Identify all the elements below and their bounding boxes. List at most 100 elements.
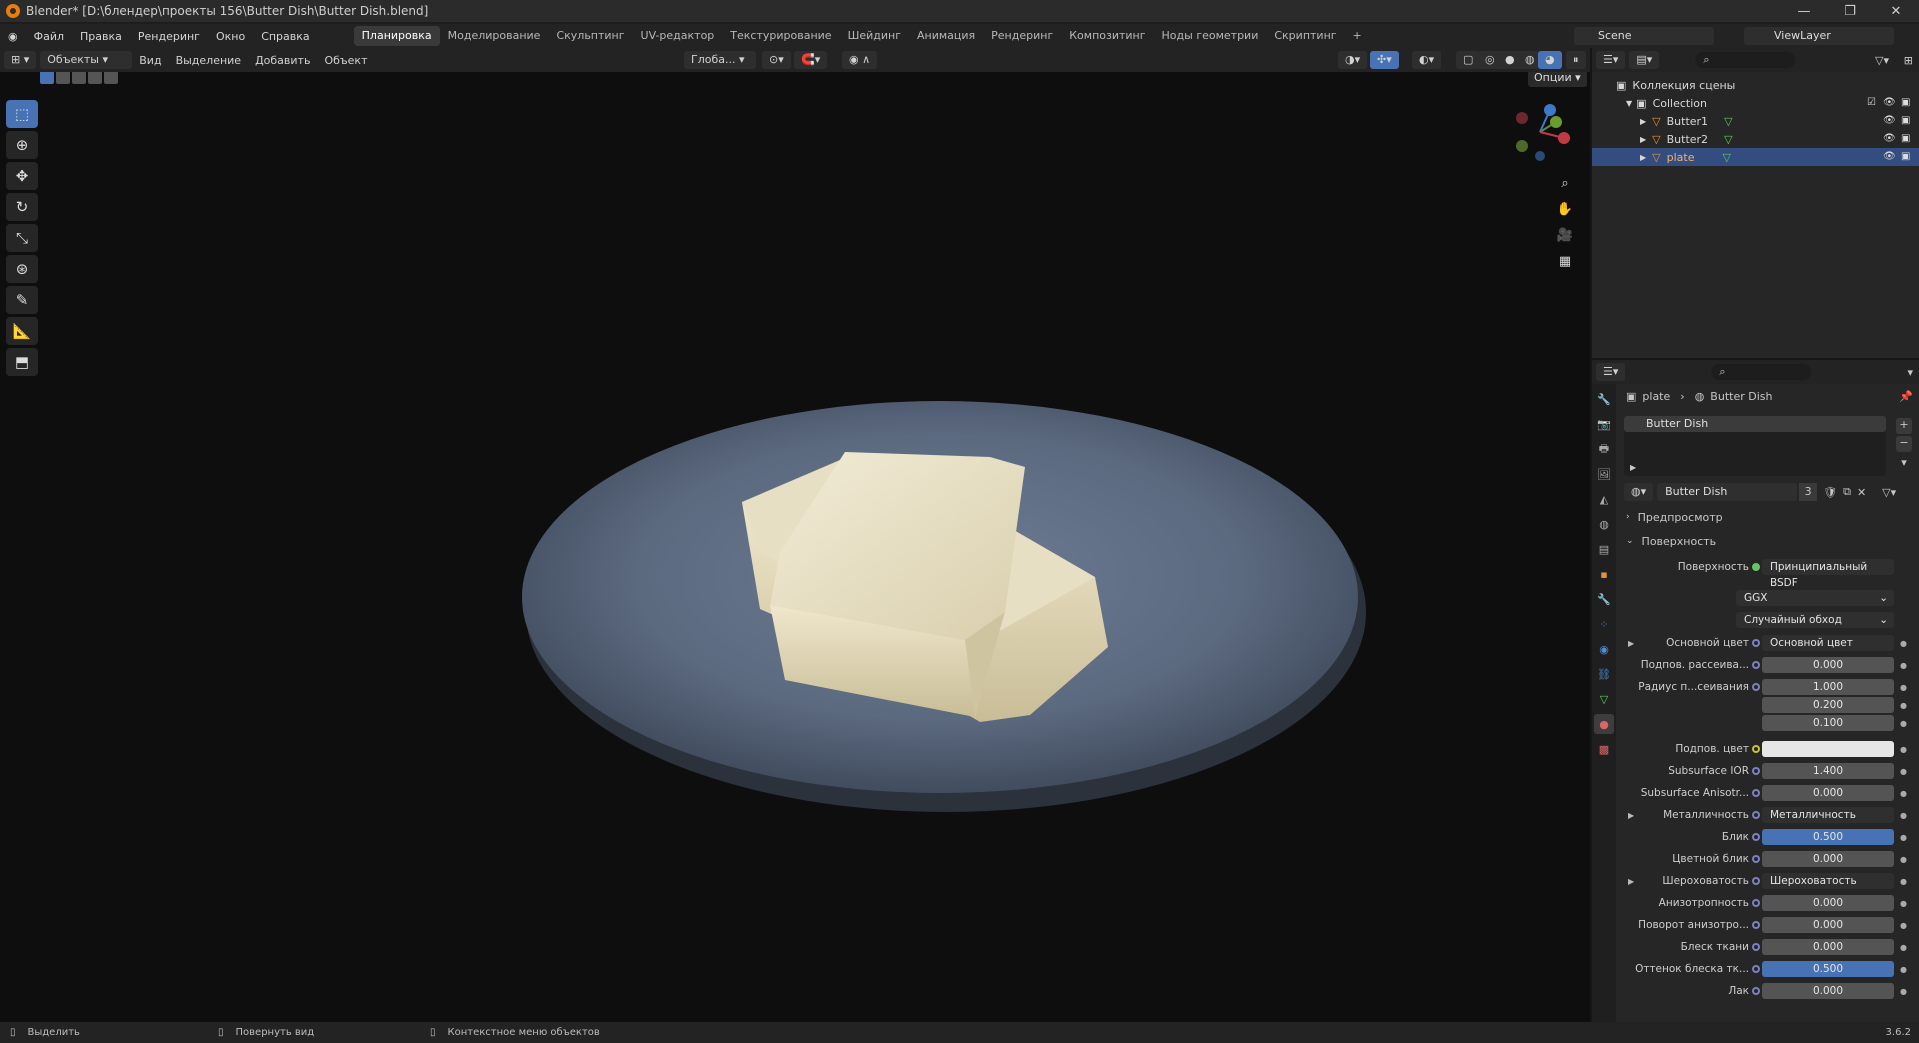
scale-tool-icon[interactable]: ⤡ [6, 224, 38, 252]
proportional-edit-button[interactable]: ◉ ∧ [842, 51, 878, 69]
close-button[interactable]: ✕ [1873, 0, 1919, 22]
transform-orientation[interactable]: Глоба... ▾ [684, 51, 756, 69]
keyframe-dot-icon[interactable]: ● [1900, 811, 1907, 820]
camera-view-icon[interactable]: 🎥 [1554, 224, 1576, 246]
properties-options-icon[interactable]: ▾ [1907, 366, 1913, 379]
blender-menu-icon[interactable]: ◉ [0, 30, 26, 43]
navigation-gizmo[interactable] [1510, 102, 1570, 162]
overlay-toggle-button[interactable]: ◐▾ [1412, 51, 1442, 69]
input-socket-icon[interactable] [1752, 943, 1760, 951]
collection-row[interactable]: ▼ ▣ Collection ☑ 👁 ▣ [1592, 94, 1919, 112]
bsdf-input-field[interactable]: 0.000 [1762, 939, 1894, 955]
menu-render[interactable]: Рендеринг [130, 30, 208, 43]
preview-panel-header[interactable]: › Предпросмотр [1618, 508, 1919, 526]
properties-editor-type-icon[interactable]: ☰▾ [1596, 363, 1626, 381]
menu-select[interactable]: Выделение [169, 54, 249, 67]
restore-button[interactable]: ❐ [1827, 0, 1873, 22]
bsdf-input-field[interactable]: 0.500 [1762, 829, 1894, 845]
camera-icon[interactable]: ▣ [1901, 133, 1913, 145]
tab-texture-paint[interactable]: Текстурирование [722, 26, 839, 46]
expand-arrow-icon[interactable]: ▶ [1640, 135, 1646, 144]
bsdf-input-field[interactable]: Основной цвет [1762, 635, 1894, 651]
3d-viewport[interactable]: Опции ▾ ⬚ ⊕ ✥ ↻ ⤡ ⊛ ✎ 📐 ⬒ ⌕ ✋ 🎥 ▦ [0, 72, 1590, 1022]
input-socket-icon[interactable] [1752, 789, 1760, 797]
gizmo-z-icon[interactable] [1544, 104, 1556, 116]
expand-arrow-icon[interactable]: ▶ [1628, 811, 1634, 820]
move-tool-icon[interactable]: ✥ [6, 162, 38, 190]
surface-panel-header[interactable]: ⌄ Поверхность [1618, 532, 1919, 550]
pin-icon[interactable]: 📌 [1899, 390, 1913, 403]
tab-uv-editing[interactable]: UV-редактор [633, 26, 723, 46]
object-tab-icon[interactable]: ▪ [1594, 564, 1614, 584]
menu-view[interactable]: Вид [132, 54, 168, 67]
mode-selector[interactable]: Объекты ▾ [40, 51, 133, 69]
material-name-field[interactable]: Butter Dish [1657, 483, 1798, 501]
keyframe-dot-icon[interactable]: ● [1900, 745, 1907, 754]
select-box-tool-icon[interactable]: ⬚ [6, 100, 38, 128]
minimize-button[interactable]: — [1781, 0, 1827, 22]
keyframe-dot-icon[interactable]: ● [1900, 855, 1907, 864]
duplicate-icon[interactable]: ⧉ [1843, 485, 1851, 499]
keyframe-dot-icon[interactable]: ● [1900, 877, 1907, 886]
scene-tab-icon[interactable]: ◭ [1594, 489, 1614, 509]
gizmo-toggle-button[interactable]: ✣▾ [1370, 51, 1399, 69]
camera-icon[interactable]: ▣ [1901, 97, 1913, 109]
menu-object[interactable]: Объект [317, 54, 374, 67]
constraints-tab-icon[interactable]: ⛓ [1594, 664, 1614, 684]
bsdf-input-field[interactable]: 0.000 [1762, 657, 1894, 673]
expand-arrow-icon[interactable]: ▶ [1628, 639, 1634, 648]
surface-shader-field[interactable]: Принципиальный BSDF [1762, 559, 1894, 589]
expand-arrow-icon[interactable]: ▶ [1640, 153, 1646, 162]
snap-button[interactable]: 🧲▾ [794, 51, 828, 69]
bsdf-input-field[interactable]: 0.000 [1762, 895, 1894, 911]
pivot-point-button[interactable]: ⊙▾ [762, 51, 791, 69]
menu-add[interactable]: Добавить [248, 54, 317, 67]
view-layer-tab-icon[interactable]: 🖼 [1594, 464, 1614, 484]
add-workspace-button[interactable]: + [1345, 26, 1370, 46]
bsdf-input-field[interactable]: 1.400 [1762, 763, 1894, 779]
bsdf-input-field[interactable]: 1.000 [1762, 679, 1894, 695]
remove-slot-button[interactable]: − [1896, 436, 1912, 452]
physics-tab-icon[interactable]: ◉ [1594, 639, 1614, 659]
new-collection-icon[interactable]: ⊞ [1904, 54, 1913, 67]
gizmo-y-icon[interactable] [1550, 116, 1562, 128]
expand-arrow-icon[interactable]: ▶ [1630, 463, 1636, 472]
keyframe-dot-icon[interactable]: ● [1900, 833, 1907, 842]
scene-collection-row[interactable]: ▣ Коллекция сцены [1592, 76, 1919, 94]
xray-toggle-button[interactable]: ▢ [1456, 51, 1481, 69]
keyframe-dot-icon[interactable]: ● [1900, 767, 1907, 776]
particles-tab-icon[interactable]: ⁘ [1594, 614, 1614, 634]
menu-file[interactable]: Файл [26, 30, 72, 43]
outliner-editor-type-icon[interactable]: ☰▾ [1596, 51, 1626, 69]
render-tab-icon[interactable]: 📷 [1594, 414, 1614, 434]
annotate-tool-icon[interactable]: ✎ [6, 286, 38, 314]
keyframe-dot-icon[interactable]: ● [1900, 987, 1907, 996]
tab-rendering[interactable]: Рендеринг [983, 26, 1061, 46]
keyframe-dot-icon[interactable]: ● [1900, 899, 1907, 908]
input-socket-icon[interactable] [1752, 921, 1760, 929]
outliner-item-butter2[interactable]: ▶ ▽ Butter2 ▽ 👁 ▣ [1592, 130, 1919, 148]
outliner-search-input[interactable]: ⌕ [1695, 52, 1796, 68]
measure-tool-icon[interactable]: 📐 [6, 317, 38, 345]
expand-arrow-icon[interactable]: ▶ [1628, 877, 1634, 886]
expand-arrow-icon[interactable]: ▼ [1626, 99, 1632, 108]
distribution-dropdown[interactable]: GGX ⌄ [1736, 590, 1894, 606]
user-count[interactable]: 3 [1799, 483, 1818, 501]
input-socket-icon[interactable] [1752, 855, 1760, 863]
tab-geometry-nodes[interactable]: Ноды геометрии [1154, 26, 1267, 46]
eye-icon[interactable]: 👁 [1883, 151, 1896, 163]
bsdf-input-field[interactable]: 0.000 [1762, 785, 1894, 801]
camera-icon[interactable]: ▣ [1901, 151, 1913, 163]
unlink-icon[interactable]: ✕ [1857, 486, 1866, 499]
outliner-item-butter1[interactable]: ▶ ▽ Butter1 ▽ 👁 ▣ [1592, 112, 1919, 130]
menu-window[interactable]: Окно [208, 30, 253, 43]
filter-icon[interactable]: ▽▾ [1875, 54, 1889, 67]
collection-tab-icon[interactable]: ▤ [1594, 539, 1614, 559]
input-socket-icon[interactable] [1752, 767, 1760, 775]
gizmo-x-icon[interactable] [1558, 132, 1570, 144]
zoom-icon[interactable]: ⌕ [1554, 172, 1576, 194]
input-socket-icon[interactable] [1752, 833, 1760, 841]
rotate-tool-icon[interactable]: ↻ [6, 193, 38, 221]
expand-arrow-icon[interactable]: ▶ [1640, 117, 1646, 126]
modifier-tab-icon[interactable]: 🔧 [1594, 589, 1614, 609]
